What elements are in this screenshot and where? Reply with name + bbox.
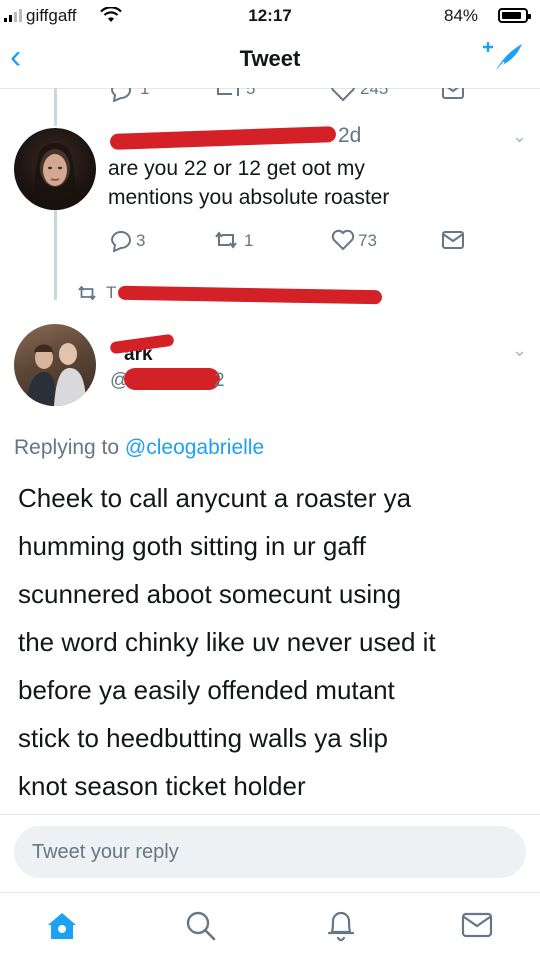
avatar[interactable]: [14, 128, 96, 210]
nav-bar: ‹ Tweet: [0, 30, 540, 89]
replying-to: Replying to @cleogabrielle: [14, 436, 264, 460]
redacted-username: [109, 126, 337, 150]
notifications-icon[interactable]: [326, 908, 356, 942]
tweet-text: are you 22 or 12 get oot my mentions you…: [108, 157, 390, 209]
previous-tweet-actions: 1 5 245: [0, 88, 540, 104]
message-icon[interactable]: [440, 88, 466, 102]
tweet-timestamp: 2d: [338, 124, 362, 147]
reply-count: 3: [136, 231, 146, 250]
battery-percent: 84%: [444, 6, 479, 25]
retweet-icon[interactable]: [214, 88, 242, 102]
message-icon[interactable]: [440, 228, 466, 252]
divider: [0, 814, 540, 815]
tab-bar: [0, 892, 540, 961]
reply-input[interactable]: [14, 826, 502, 878]
chevron-down-icon[interactable]: ⌄: [512, 126, 527, 147]
battery-icon: [498, 8, 531, 23]
replying-to-label: Replying to: [14, 436, 125, 459]
tweet-cleo[interactable]: 2d ⌄ are you 22 or 12 get oot my mention…: [0, 118, 540, 268]
reply-box[interactable]: [14, 826, 526, 878]
like-icon[interactable]: [330, 228, 356, 252]
like-count: 73: [358, 231, 377, 250]
retweet-notice: T: [0, 282, 540, 306]
page-title: Tweet: [239, 46, 301, 71]
main-tweet-text: Cheek to call anycunt a roaster ya hummi…: [18, 483, 436, 801]
retweet-small-icon: [78, 285, 96, 301]
avatar[interactable]: [14, 324, 96, 406]
redacted-retweeter: [117, 285, 383, 305]
retweet-count: 1: [244, 231, 254, 250]
handle-suffix: 2: [214, 370, 225, 391]
replying-to-handle[interactable]: @cleogabrielle: [125, 436, 264, 459]
like-icon[interactable]: [330, 88, 356, 102]
redacted-handle: [124, 368, 220, 390]
home-icon[interactable]: [46, 911, 78, 941]
retweet-count: 5: [246, 88, 256, 98]
search-icon[interactable]: [184, 909, 218, 943]
reply-icon[interactable]: [108, 88, 134, 102]
compose-tweet-icon[interactable]: [480, 38, 526, 78]
tweet-mark-header[interactable]: ark @ 2 ⌄: [0, 318, 540, 410]
chevron-down-icon[interactable]: ⌄: [512, 340, 527, 361]
status-bar: giffgaff 12:17 84%: [0, 0, 540, 30]
retweet-icon[interactable]: [212, 228, 240, 252]
reply-icon[interactable]: [108, 228, 134, 252]
like-count: 245: [360, 88, 389, 98]
reply-count: 1: [140, 88, 150, 98]
messages-icon[interactable]: [460, 911, 494, 939]
retweet-notice-text: T: [106, 283, 117, 302]
